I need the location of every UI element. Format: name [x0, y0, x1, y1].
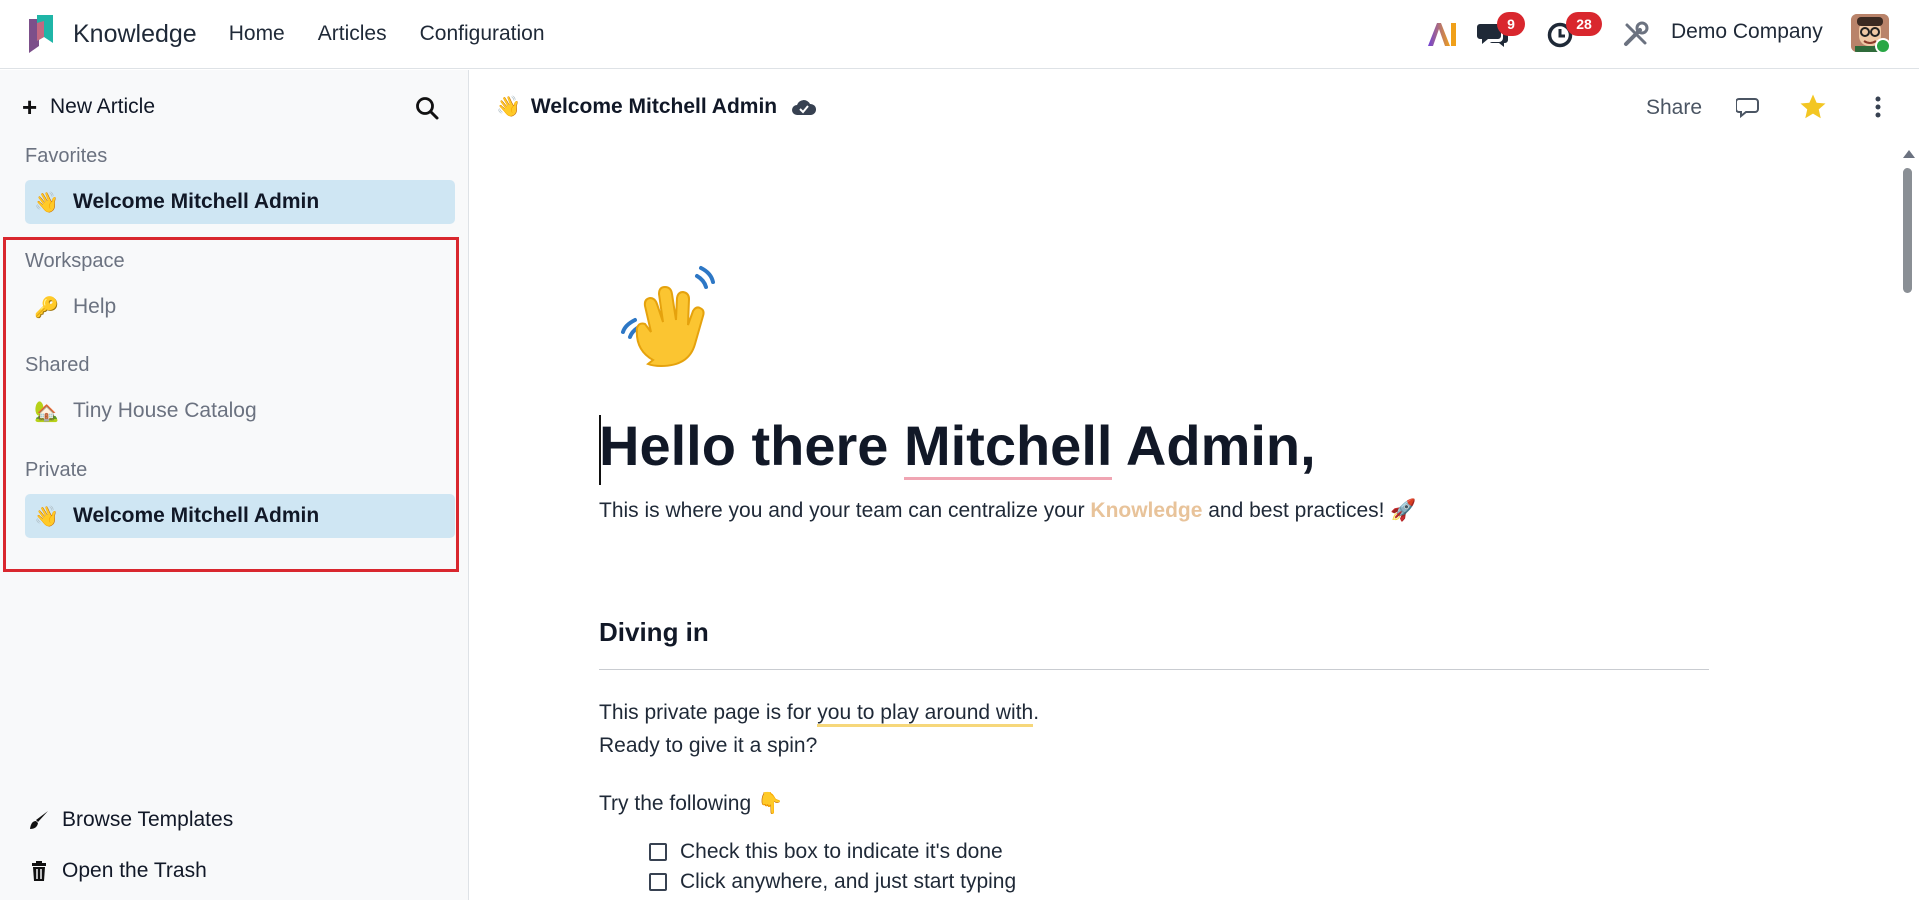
more-options-icon[interactable] [1870, 94, 1886, 120]
debug-tools-icon[interactable] [1622, 20, 1650, 48]
checklist-item-label: Check this box to indicate it's done [680, 840, 1003, 863]
company-switcher[interactable]: Demo Company [1671, 20, 1823, 44]
key-icon: 🔑 [34, 296, 59, 319]
todo-checklist: Check this box to indicate it's done Cli… [649, 837, 1016, 897]
share-button[interactable]: Share [1646, 96, 1702, 120]
section-heading-diving-in[interactable]: Diving in [599, 617, 709, 648]
main-menu: Home Articles Configuration [229, 22, 578, 46]
paragraph-try-following[interactable]: Try the following 👇 [599, 792, 783, 816]
checkbox[interactable] [649, 843, 667, 861]
checklist-item[interactable]: Check this box to indicate it's done [649, 837, 1016, 867]
lead-keyword: Knowledge [1090, 499, 1203, 522]
para1-highlight: you to play around with [817, 701, 1034, 727]
article-breadcrumb: 👋 Welcome Mitchell Admin [496, 94, 817, 119]
scroll-thumb[interactable] [1903, 168, 1912, 293]
open-trash-button[interactable]: Open the Trash [28, 859, 207, 883]
heading-part1: Hello there [599, 414, 904, 477]
shared-article-tiny-house[interactable]: 🏡 Tiny House Catalog [25, 389, 455, 433]
checklist-item[interactable]: Click anywhere, and just start typing [649, 867, 1016, 897]
content-scrollbar[interactable] [1900, 148, 1915, 900]
knowledge-sidebar: + New Article Favorites 👋 Welcome Mitche… [0, 70, 469, 900]
top-navbar: Knowledge Home Articles Configuration 9 … [0, 0, 1919, 69]
plus-icon: + [22, 92, 38, 122]
comments-icon[interactable] [1735, 96, 1762, 120]
app-brand[interactable]: Knowledge [26, 13, 197, 55]
para1-part2: . [1033, 701, 1040, 724]
cloud-saved-icon [791, 97, 817, 117]
knowledge-logo-icon [26, 13, 56, 55]
lead-part1: This is where you and your team can cent… [599, 499, 1091, 522]
paragraph-ready[interactable]: Ready to give it a spin? [599, 734, 817, 758]
heading-part2: Admin, [1112, 414, 1316, 477]
favorite-article-welcome[interactable]: 👋 Welcome Mitchell Admin [25, 180, 455, 224]
new-article-button[interactable]: + New Article [22, 94, 155, 120]
paintbrush-icon [28, 809, 50, 831]
article-topbar: 👋 Welcome Mitchell Admin Share [470, 70, 1919, 145]
private-article-welcome[interactable]: 👋 Welcome Mitchell Admin [25, 494, 455, 538]
article-name: Help [73, 295, 117, 318]
search-icon[interactable] [414, 95, 440, 121]
favorites-section-title: Favorites [25, 145, 108, 167]
browse-templates-label: Browse Templates [62, 808, 234, 831]
waving-hand-icon: 👋 [34, 505, 59, 528]
house-icon: 🏡 [34, 400, 59, 423]
heading-name: Mitchell [903, 414, 1113, 480]
online-status-dot [1875, 38, 1891, 54]
article-name: Welcome Mitchell Admin [73, 504, 320, 527]
lead-part2: and best practices! 🚀 [1202, 499, 1417, 522]
trash-icon [28, 860, 50, 882]
paragraph-intro[interactable]: This private page is for you to play aro… [599, 701, 1040, 727]
browse-templates-button[interactable]: Browse Templates [28, 808, 233, 832]
checklist-item-label: Click anywhere, and just start typing [680, 870, 1017, 893]
workspace-section-title: Workspace [25, 250, 125, 272]
menu-articles[interactable]: Articles [318, 22, 387, 46]
article-lead[interactable]: This is where you and your team can cent… [599, 499, 1417, 523]
activities-count-badge: 28 [1566, 12, 1602, 36]
scroll-up-arrow-icon[interactable] [1903, 150, 1915, 158]
checkbox[interactable] [649, 873, 667, 891]
waving-hand-cover-icon[interactable] [613, 260, 728, 375]
article-heading[interactable]: Hello there Mitchell Admin, [599, 413, 1316, 480]
section-divider [599, 669, 1709, 670]
article-name: Welcome Mitchell Admin [73, 190, 320, 213]
menu-configuration[interactable]: Configuration [420, 22, 545, 46]
para1-part1: This private page is for [599, 701, 818, 724]
open-trash-label: Open the Trash [62, 859, 207, 882]
ai-icon[interactable] [1426, 20, 1458, 48]
new-article-label: New Article [50, 95, 156, 118]
article-title[interactable]: Welcome Mitchell Admin [531, 95, 777, 119]
messages-count-badge: 9 [1497, 12, 1525, 36]
article-name: Tiny House Catalog [73, 399, 257, 422]
app-name: Knowledge [73, 19, 197, 48]
menu-home[interactable]: Home [229, 22, 285, 46]
shared-section-title: Shared [25, 354, 90, 376]
private-section-title: Private [25, 459, 88, 481]
workspace-article-help[interactable]: 🔑 Help [25, 285, 455, 329]
waving-hand-icon: 👋 [496, 96, 521, 118]
favorite-star-icon[interactable] [1798, 92, 1828, 122]
waving-hand-icon: 👋 [34, 191, 59, 214]
